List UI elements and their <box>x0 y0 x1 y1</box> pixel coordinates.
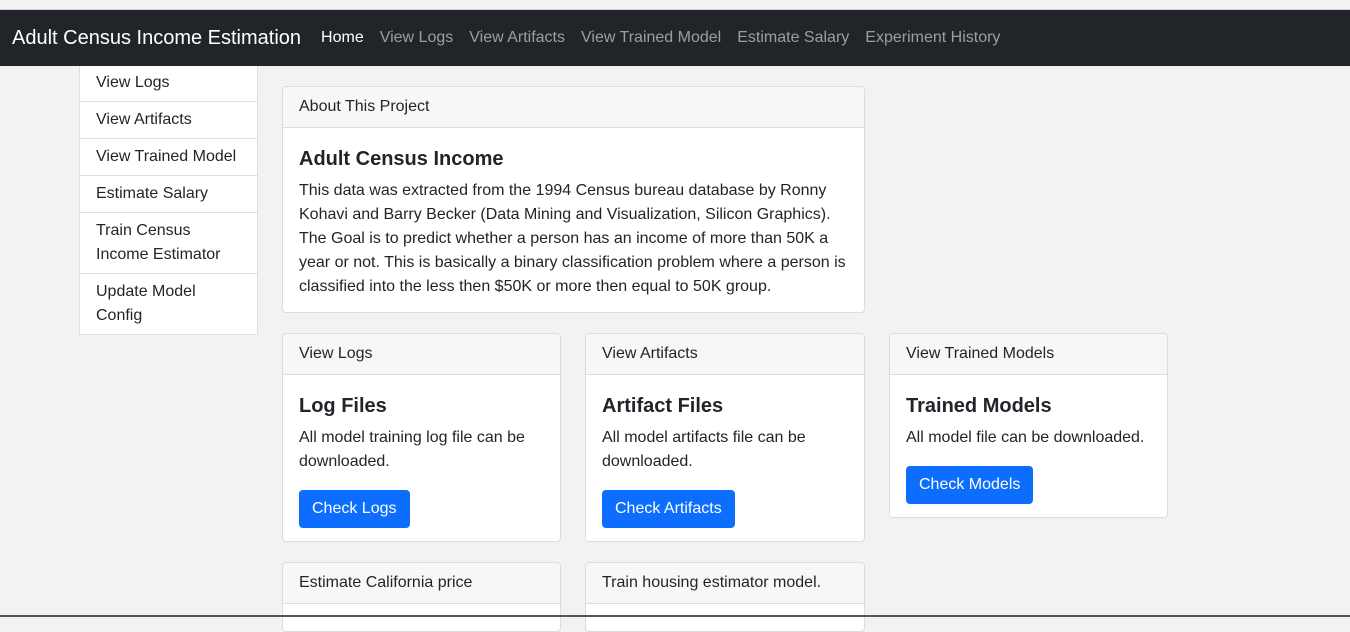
sidebar-item-view-logs[interactable]: View Logs <box>80 66 257 101</box>
about-card-text: This data was extracted from the 1994 Ce… <box>299 182 846 295</box>
nav-link-home[interactable]: Home <box>321 29 364 47</box>
models-card-title: Trained Models <box>906 395 1052 417</box>
artifacts-card-header: View Artifacts <box>586 334 864 375</box>
nav-link-experiment-history[interactable]: Experiment History <box>865 29 1000 47</box>
logs-card-title: Log Files <box>299 395 387 417</box>
models-card-header: View Trained Models <box>890 334 1167 375</box>
about-card-header: About This Project <box>283 87 864 128</box>
nav-link-view-trained-model[interactable]: View Trained Model <box>581 29 721 47</box>
view-logs-card: View Logs Log Files All model training l… <box>282 333 561 542</box>
estimate-card-header: Estimate California price <box>283 563 560 604</box>
logs-card-text: All model training log file can be downl… <box>299 429 525 470</box>
check-logs-button[interactable]: Check Logs <box>299 490 410 528</box>
artifacts-card-title: Artifact Files <box>602 395 724 417</box>
about-card-title: Adult Census Income <box>299 148 504 170</box>
sidebar-item-view-artifacts[interactable]: View Artifacts <box>80 101 257 138</box>
sidebar-item-update-model-config[interactable]: Update Model Config <box>80 273 257 334</box>
sidebar-menu: View Logs View Artifacts View Trained Mo… <box>79 66 258 335</box>
nav-link-view-artifacts[interactable]: View Artifacts <box>469 29 565 47</box>
check-models-button[interactable]: Check Models <box>906 466 1034 504</box>
sidebar-item-train-census-income-estimator[interactable]: Train Census Income Estimator <box>80 212 257 273</box>
view-artifacts-card: View Artifacts Artifact Files All model … <box>585 333 865 542</box>
nav-link-view-logs[interactable]: View Logs <box>380 29 454 47</box>
top-navbar: Adult Census Income Estimation Home View… <box>0 10 1350 66</box>
estimate-california-price-card: Estimate California price <box>282 562 561 632</box>
sidebar-item-estimate-salary[interactable]: Estimate Salary <box>80 175 257 212</box>
train-housing-estimator-card: Train housing estimator model. <box>585 562 865 632</box>
check-artifacts-button[interactable]: Check Artifacts <box>602 490 735 528</box>
sidebar-item-view-trained-model[interactable]: View Trained Model <box>80 138 257 175</box>
train-card-header: Train housing estimator model. <box>586 563 864 604</box>
window-top-strip <box>0 0 1350 10</box>
logs-card-header: View Logs <box>283 334 560 375</box>
view-trained-models-card: View Trained Models Trained Models All m… <box>889 333 1168 518</box>
models-card-text: All model file can be downloaded. <box>906 429 1145 446</box>
artifacts-card-text: All model artifacts file can be download… <box>602 429 806 470</box>
about-project-card: About This Project Adult Census Income T… <box>282 86 865 313</box>
navbar-brand[interactable]: Adult Census Income Estimation <box>12 27 301 50</box>
nav-link-estimate-salary[interactable]: Estimate Salary <box>737 29 849 47</box>
